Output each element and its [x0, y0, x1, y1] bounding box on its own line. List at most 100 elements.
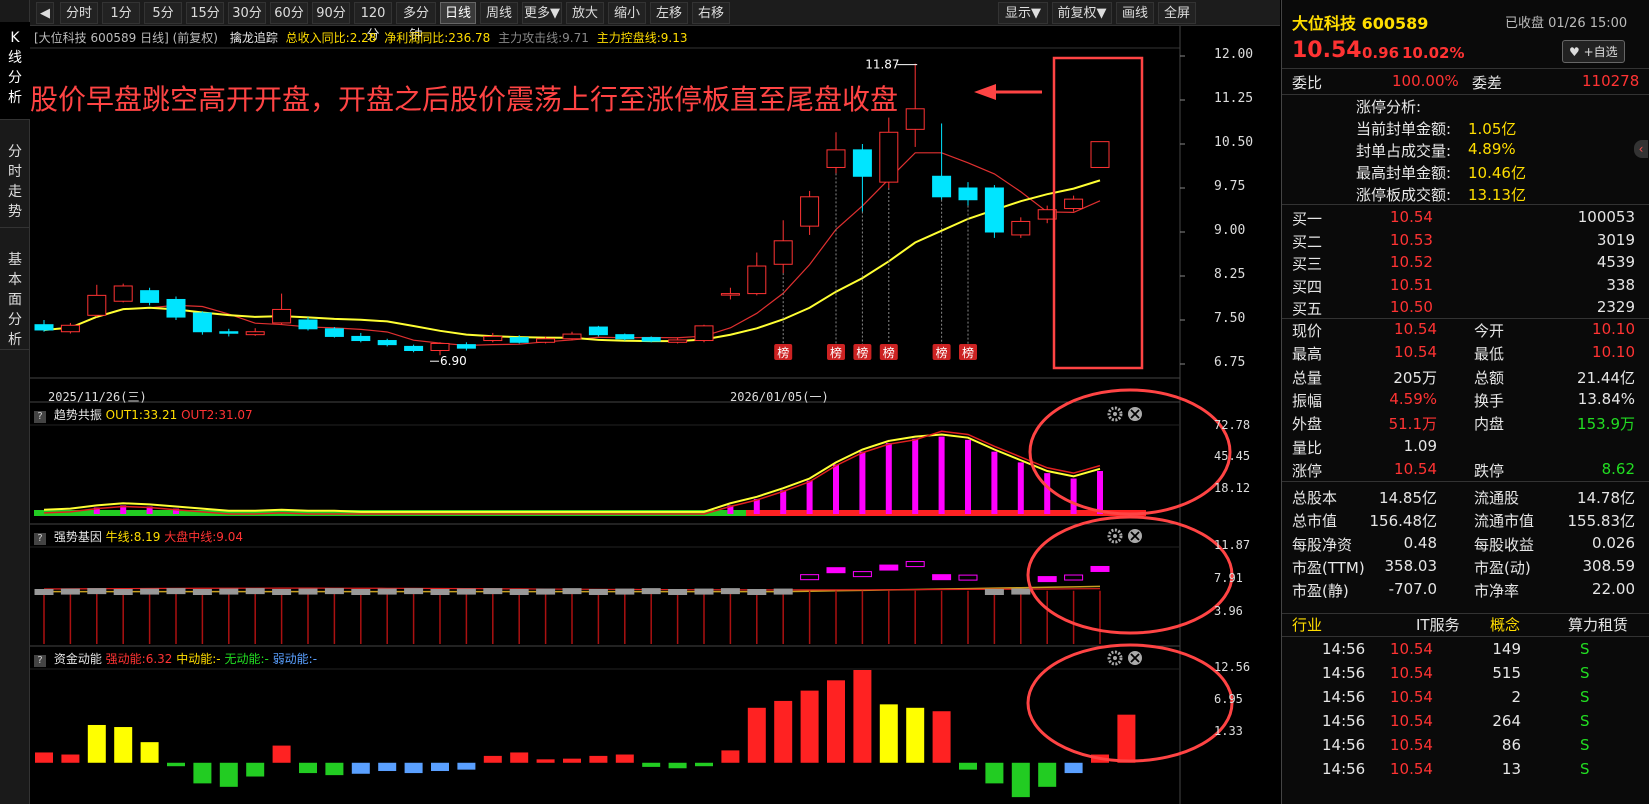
period-button-10[interactable]: 周线	[480, 2, 518, 24]
gene-block	[219, 588, 239, 595]
stat-label: 换手	[1474, 391, 1505, 410]
gene-block	[615, 588, 635, 595]
energy-bar	[431, 762, 449, 772]
period-button-0[interactable]: 分时	[60, 2, 98, 24]
panel2-name[interactable]: 趋势共振	[54, 408, 102, 422]
toolbar-right-button-1[interactable]: 前复权▼	[1052, 2, 1112, 24]
add-watchlist-button[interactable]: ♥ +自选	[1562, 40, 1625, 63]
period-button-11[interactable]: 更多▼	[522, 2, 562, 24]
help-icon[interactable]: ?	[34, 655, 46, 667]
industry-value[interactable]: IT服务	[1416, 614, 1460, 635]
stat-value: 13.84%	[1577, 389, 1635, 408]
gene-block	[377, 588, 397, 595]
period-button-13[interactable]: 缩小	[608, 2, 646, 24]
panel4-l1: 强动能:6.32	[105, 652, 173, 666]
energy-bar	[800, 690, 819, 763]
stat-value: 10.54	[1394, 343, 1437, 362]
tab-fundamentals[interactable]: 基本面分析	[0, 240, 30, 350]
energy-bar	[246, 762, 265, 777]
stat-label: 流通市值	[1474, 512, 1535, 531]
panel4-l3: 无动能:-	[224, 652, 269, 666]
stat-value: 14.85亿	[1379, 489, 1437, 508]
back-button[interactable]: ◀	[36, 2, 54, 24]
help-icon[interactable]: ?	[34, 533, 46, 545]
energy-bar	[906, 707, 925, 763]
panel3-name[interactable]: 强势基因	[54, 530, 102, 544]
limit-row-key: 当前封单金额:	[1356, 120, 1452, 138]
trend-bar	[965, 439, 971, 514]
candle	[324, 327, 344, 338]
energy-bar	[536, 759, 555, 763]
highlight-box	[1052, 56, 1144, 370]
period-button-7[interactable]: 120分	[354, 2, 392, 43]
bang-marker: 榜	[853, 211, 872, 360]
stat-label: 市盈(动)	[1474, 559, 1531, 577]
period-button-6[interactable]: 90分	[312, 2, 350, 24]
divider	[1282, 481, 1649, 482]
energy-bar	[563, 758, 581, 763]
period-button-14[interactable]: 左移	[650, 2, 688, 24]
candle	[747, 252, 767, 296]
help-icon[interactable]: ?	[34, 411, 46, 423]
candle	[219, 328, 239, 337]
stat-label: 总市值	[1292, 512, 1338, 531]
period-button-4[interactable]: 30分	[228, 2, 266, 24]
period-button-15[interactable]: 右移	[692, 2, 730, 24]
candle	[852, 144, 872, 212]
bid-level-label: 买五	[1292, 300, 1323, 318]
energy-bar	[351, 762, 370, 774]
candle	[404, 344, 424, 353]
low-label: 6.90	[440, 354, 467, 368]
period-button-2[interactable]: 5分	[144, 2, 182, 24]
energy-bar	[378, 762, 397, 772]
limit-row-value: 1.05亿	[1468, 120, 1517, 138]
trend-bar	[833, 464, 839, 514]
stat-value: 0.026	[1592, 533, 1635, 552]
energy-bar	[35, 752, 53, 763]
period-button-3[interactable]: 15分	[186, 2, 224, 24]
divider	[1282, 68, 1649, 69]
tick-price: 10.54	[1390, 736, 1433, 754]
highlight-ellipse	[1028, 388, 1232, 516]
toolbar-right-button-0[interactable]: 显示▼	[998, 2, 1048, 24]
tick-side: S	[1580, 760, 1590, 778]
energy-bar	[932, 711, 951, 763]
period-button-12[interactable]: 放大	[566, 2, 604, 24]
energy-bar	[668, 762, 687, 769]
stat-value: 153.9万	[1577, 415, 1635, 434]
gene-block	[800, 574, 820, 581]
period-button-8[interactable]: 多分钟	[396, 2, 436, 43]
annotation-text: 股价早盘跳空高开开盘，开盘之后股价震荡上行至涨停板直至尾盘收盘	[30, 83, 899, 116]
tab-intraday[interactable]: 分时走势	[0, 130, 30, 228]
stat-value: 8.62	[1601, 459, 1635, 478]
tick-time: 14:56	[1322, 712, 1366, 730]
limit-row-value: 13.13亿	[1468, 186, 1526, 204]
bid-volume: 4539	[1596, 253, 1635, 271]
stat-value: 14.78亿	[1577, 489, 1635, 508]
tab-k-line[interactable]: K线分析	[0, 22, 30, 120]
panel3-y-label: 3.96	[1214, 604, 1243, 618]
collapse-icon[interactable]: ‹	[1634, 140, 1648, 158]
main-y-label: 7.50	[1214, 311, 1246, 326]
energy-bar	[642, 762, 661, 767]
period-button-1[interactable]: 1分	[102, 2, 140, 24]
gene-block	[245, 588, 265, 595]
gene-block	[140, 588, 160, 595]
bang-marker: 榜	[932, 199, 951, 360]
price-change: 0.96	[1362, 44, 1400, 62]
trend-bar	[991, 451, 998, 514]
toolbar-right-button-3[interactable]: 全屏	[1158, 2, 1196, 24]
tick-side: S	[1580, 640, 1590, 658]
period-button-9[interactable]: 日线	[440, 2, 476, 24]
tab-k-line-label: K线分析	[8, 30, 22, 106]
concept-value[interactable]: 算力租赁	[1568, 614, 1628, 635]
energy-bar	[510, 752, 529, 763]
toolbar-right-button-2[interactable]: 画线	[1116, 2, 1154, 24]
gene-block	[324, 588, 344, 595]
period-button-5[interactable]: 60分	[270, 2, 308, 24]
date-mid: 2026/01/05(一)	[730, 390, 829, 404]
main-y-label: 9.00	[1214, 223, 1246, 238]
panel4-name[interactable]: 资金动能	[54, 652, 102, 666]
bang-label: 榜	[962, 345, 974, 360]
candle	[166, 296, 186, 320]
